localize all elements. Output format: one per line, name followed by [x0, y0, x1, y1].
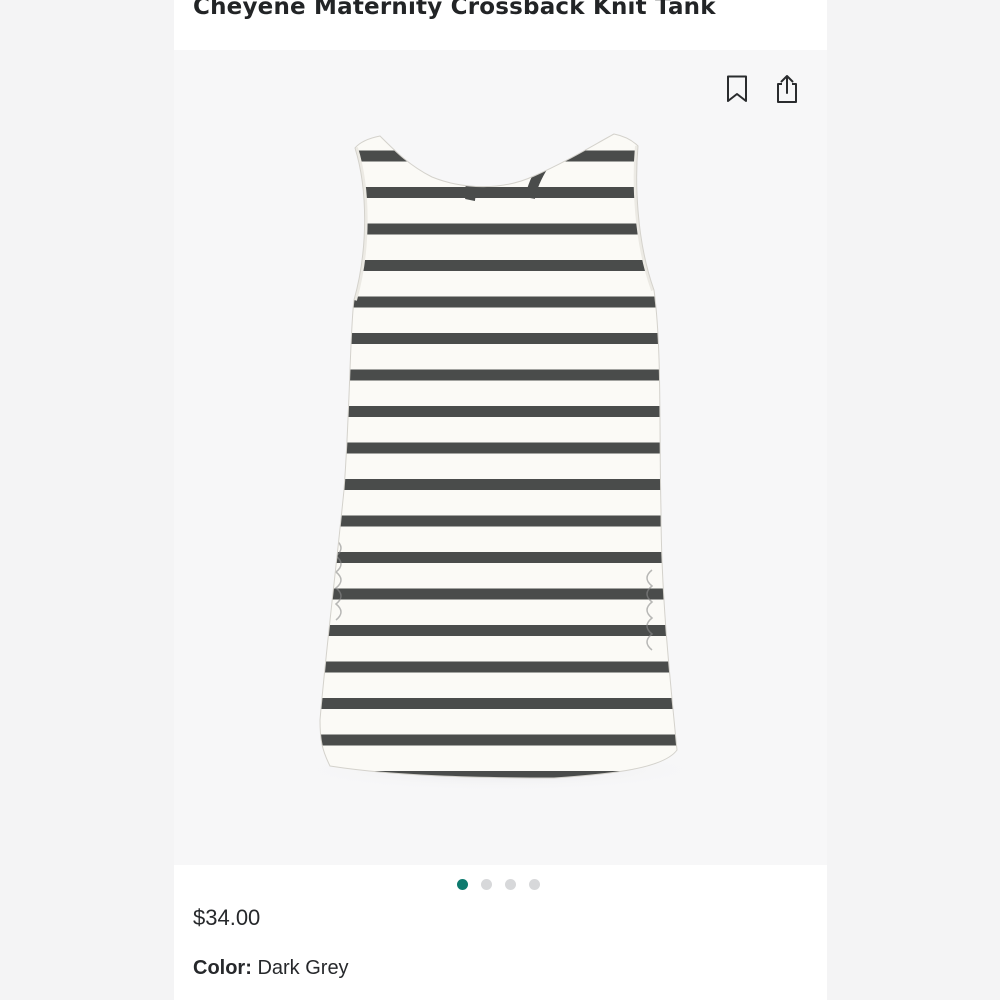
carousel-dot[interactable] [481, 879, 492, 890]
product-card: Cheyene Maternity Crossback Knit Tank $3… [174, 0, 827, 1000]
bookmark-button[interactable] [722, 72, 752, 106]
product-image-carousel[interactable] [174, 50, 827, 865]
carousel-dot[interactable] [457, 879, 468, 890]
bookmark-icon [727, 75, 747, 102]
color-value: Dark Grey [257, 957, 349, 979]
share-icon [777, 75, 797, 103]
share-button[interactable] [772, 72, 802, 106]
product-title: Cheyene Maternity Crossback Knit Tank [193, 0, 716, 20]
product-color: Color: Dark Grey [193, 957, 349, 980]
color-label: Color: [193, 957, 258, 979]
carousel-indicator [457, 879, 540, 890]
product-price: $34.00 [193, 905, 261, 930]
carousel-dot[interactable] [505, 879, 516, 890]
product-image [290, 133, 710, 792]
page-background-right [827, 0, 1000, 1000]
page-background-left [0, 0, 174, 1000]
carousel-dot[interactable] [529, 879, 540, 890]
